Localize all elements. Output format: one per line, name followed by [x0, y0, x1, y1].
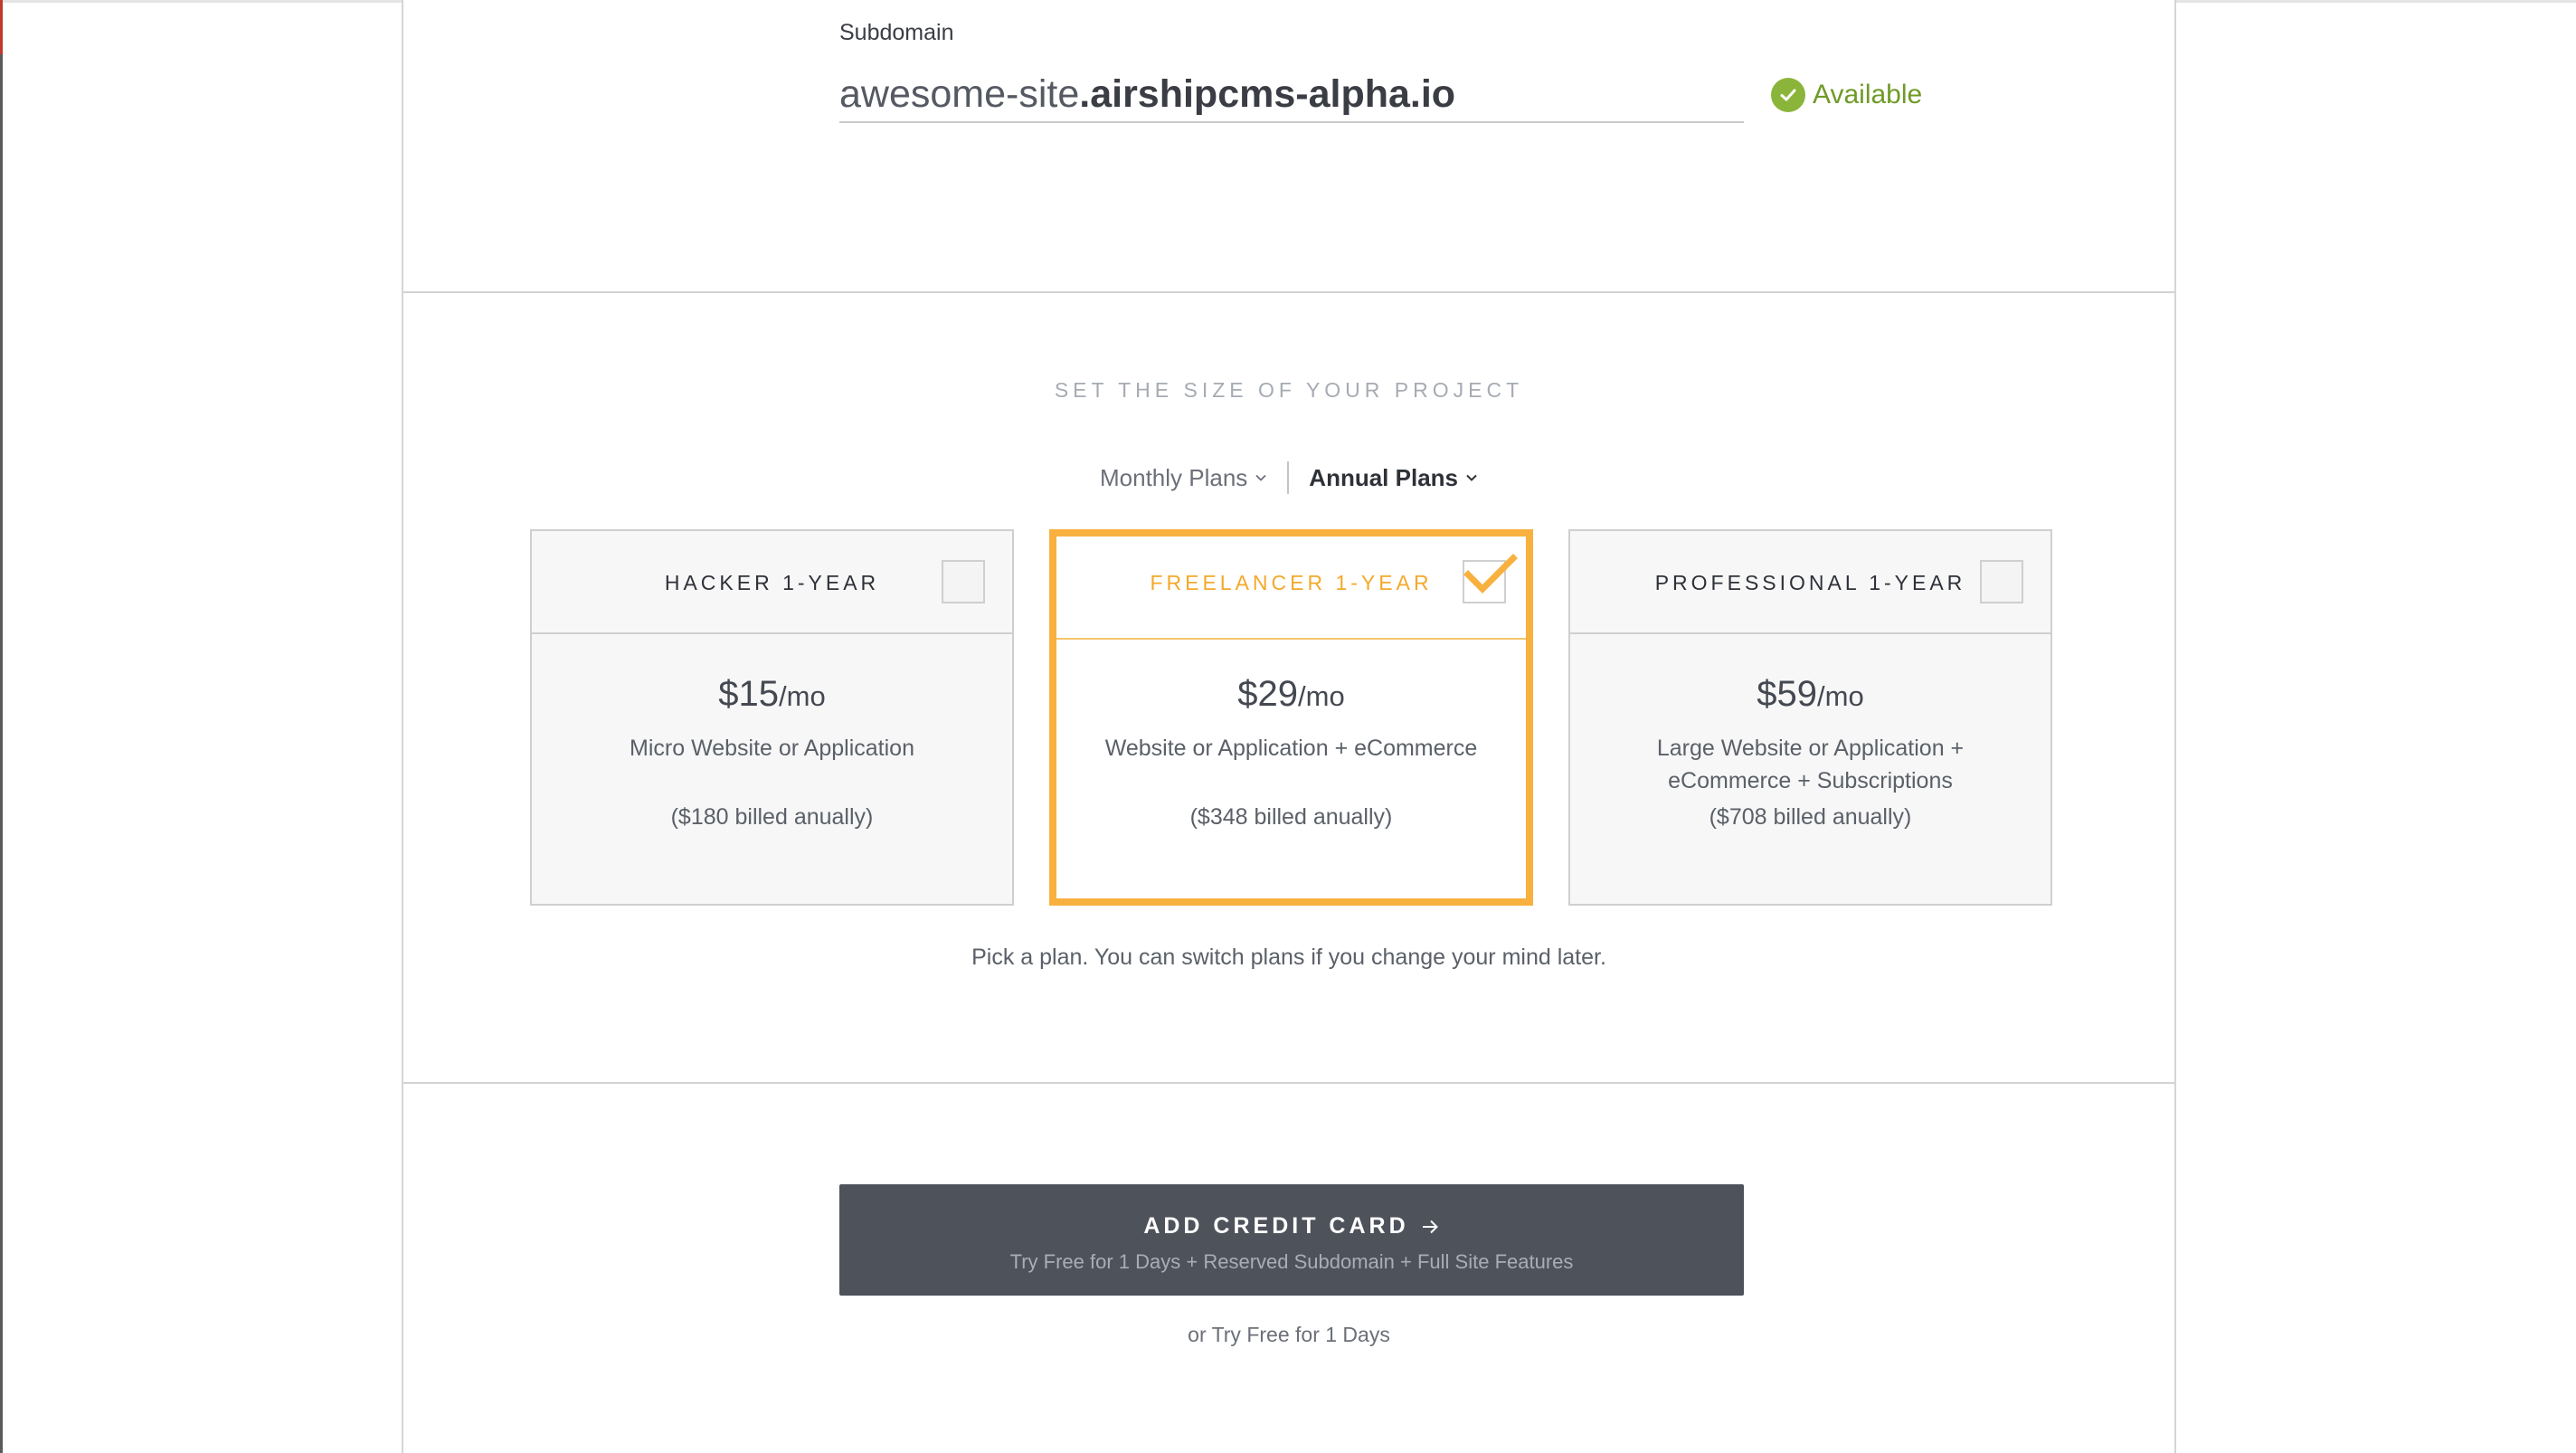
section-divider — [403, 1082, 2174, 1084]
plan-description: Large Website or Application + eCommerce… — [1656, 736, 1965, 793]
plan-card-header: PROFESSIONAL 1-YEAR — [1570, 531, 2050, 634]
subdomain-domain-suffix: .airshipcms-alpha.io — [1079, 72, 1456, 116]
plan-billed-note: ($708 billed anually) — [1709, 804, 1912, 830]
subdomain-value: awesome-site — [839, 72, 1080, 116]
plan-price-amount: $59 — [1757, 674, 1818, 714]
plan-card-header: HACKER 1-YEAR — [532, 531, 1012, 634]
plan-description: Micro Website or Application — [630, 736, 914, 761]
plan-name: FREELANCER 1-YEAR — [1150, 571, 1433, 594]
plan-name: PROFESSIONAL 1-YEAR — [1654, 571, 1966, 594]
plan-price: $59/mo — [1570, 674, 2050, 715]
checkmark-icon — [1463, 554, 1518, 594]
availability-status: Available — [1771, 76, 1922, 114]
plan-price: $15/mo — [532, 674, 1012, 715]
plan-period-toggle: Monthly Plans Annual Plans — [403, 461, 2174, 494]
plan-card-freelancer[interactable]: FREELANCER 1-YEAR $29/mo Website or Appl… — [1049, 529, 1533, 906]
chevron-down-icon — [1255, 474, 1266, 481]
plan-price-amount: $29 — [1237, 674, 1299, 714]
plan-price-amount: $15 — [718, 674, 780, 714]
section-divider — [403, 291, 2174, 293]
section-title: SET THE SIZE OF YOUR PROJECT — [1054, 378, 1524, 402]
window-left-edge — [0, 0, 3, 1453]
check-circle-icon — [1771, 78, 1805, 112]
toggle-separator — [1287, 461, 1290, 494]
subdomain-label: Subdomain — [839, 20, 954, 45]
plan-hint-text: Pick a plan. You can switch plans if you… — [971, 945, 1606, 970]
add-credit-card-button[interactable]: ADD CREDIT CARD Try Free for 1 Days + Re… — [839, 1184, 1744, 1296]
arrow-right-icon — [1422, 1220, 1438, 1233]
plan-price: $29/mo — [1056, 674, 1526, 715]
plan-billed-note: ($348 billed anually) — [1189, 804, 1393, 830]
cta-label: ADD CREDIT CARD — [1143, 1213, 1409, 1239]
subdomain-input[interactable]: awesome-site.airshipcms-alpha.io — [839, 65, 1744, 123]
plan-checkbox[interactable] — [942, 560, 985, 603]
monthly-plans-label: Monthly Plans — [1099, 463, 1248, 491]
plan-description: Website or Application + eCommerce — [1104, 736, 1478, 761]
plan-card-professional[interactable]: PROFESSIONAL 1-YEAR $59/mo Large Website… — [1568, 529, 2052, 906]
plan-price-period: /mo — [779, 680, 826, 712]
plan-name: HACKER 1-YEAR — [664, 571, 880, 594]
chevron-down-icon — [1466, 474, 1477, 481]
monthly-plans-tab[interactable]: Monthly Plans — [1100, 464, 1267, 492]
signup-panel: Subdomain awesome-site.airshipcms-alpha.… — [402, 0, 2176, 1453]
plan-price-period: /mo — [1298, 680, 1345, 712]
free-trial-link[interactable]: or Try Free for 1 Days — [403, 1323, 2174, 1347]
plan-checkbox[interactable] — [1980, 560, 2023, 603]
cta-sublabel: Try Free for 1 Days + Reserved Subdomain… — [1009, 1250, 1574, 1273]
plan-checkbox-checked[interactable] — [1463, 554, 1518, 603]
plan-price-period: /mo — [1817, 680, 1864, 712]
cta-main: ADD CREDIT CARD — [839, 1213, 1744, 1239]
availability-text: Available — [1813, 80, 1923, 109]
annual-plans-tab[interactable]: Annual Plans — [1309, 464, 1478, 492]
plan-card-header: FREELANCER 1-YEAR — [1056, 537, 1526, 640]
plan-card-hacker[interactable]: HACKER 1-YEAR $15/mo Micro Website or Ap… — [530, 529, 1014, 906]
plan-billed-note: ($180 billed anually) — [670, 804, 874, 830]
annual-plans-label: Annual Plans — [1309, 463, 1458, 491]
